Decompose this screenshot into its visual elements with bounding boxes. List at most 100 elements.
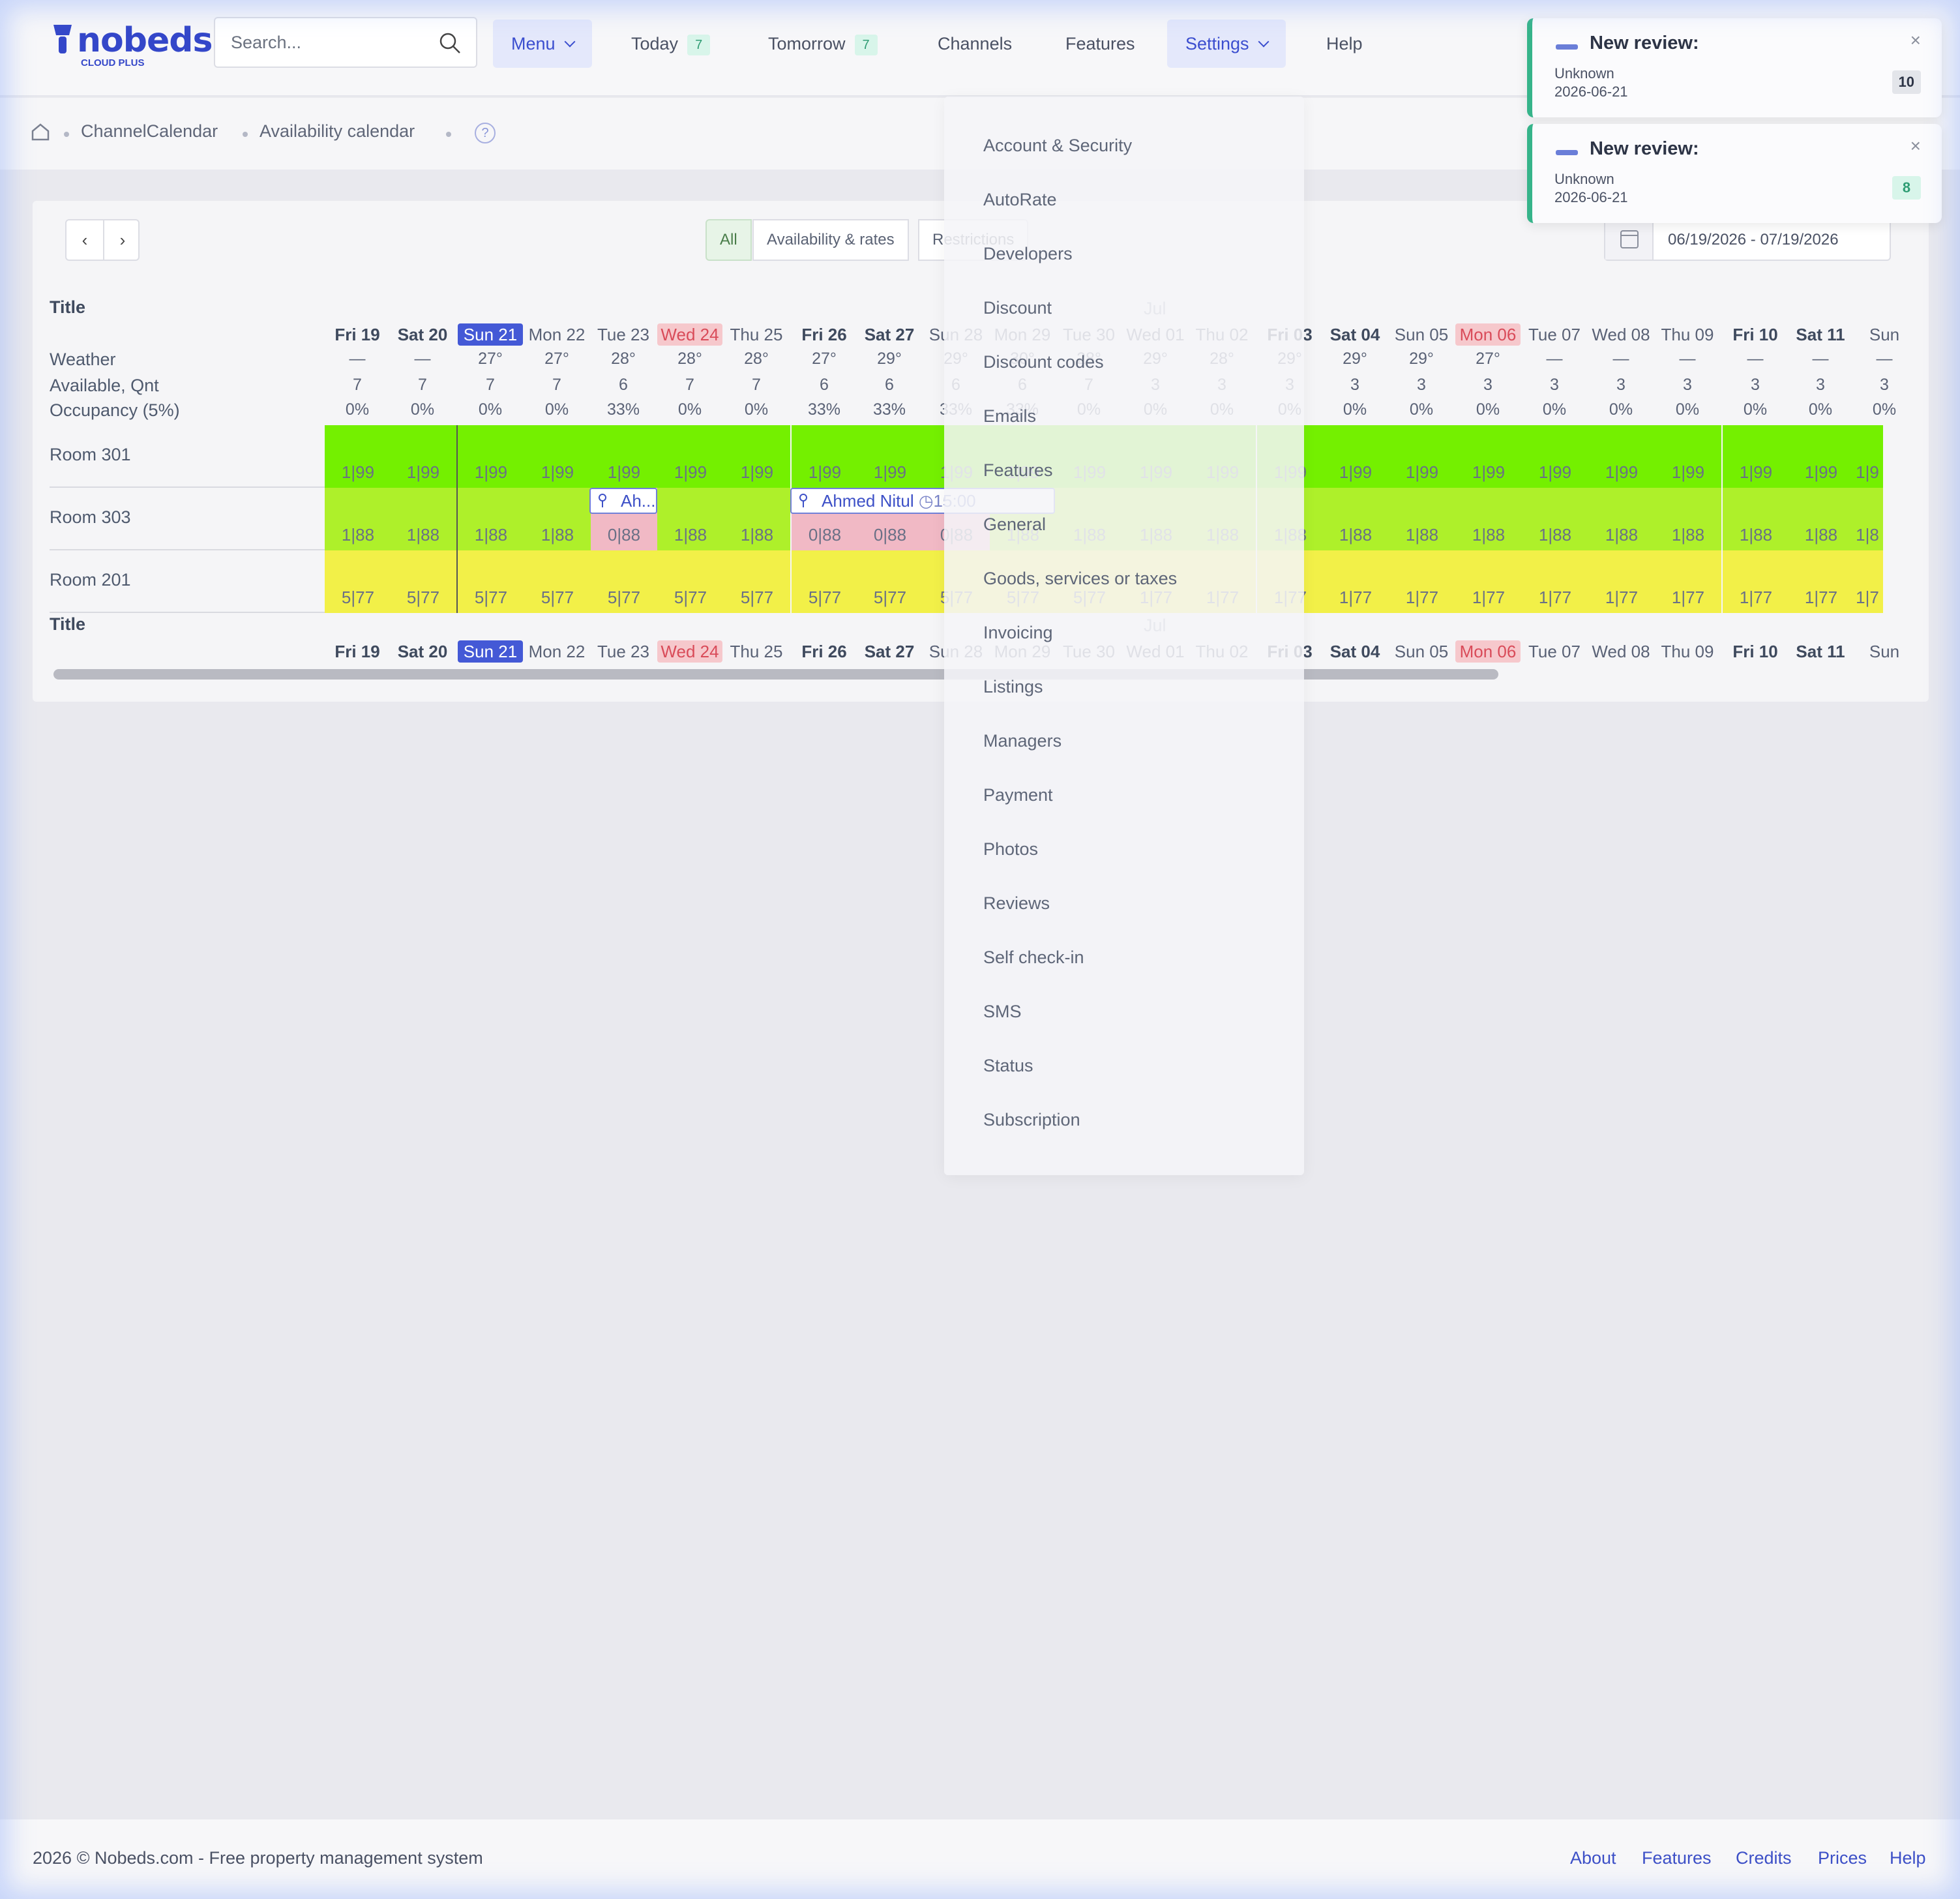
availability-cell[interactable]: 1|99 (524, 425, 591, 488)
settings-menu-item[interactable]: Managers (983, 731, 1062, 751)
nav-settings[interactable]: Settings (1167, 20, 1286, 68)
settings-menu-item[interactable]: Photos (983, 839, 1038, 860)
breadcrumb-channelcalendar[interactable]: ChannelCalendar (81, 121, 218, 142)
filter-availability-rates[interactable]: Availability & rates (752, 219, 909, 261)
availability-cell[interactable]: 1|99 (1723, 425, 1789, 488)
footer-link-about[interactable]: About (1570, 1848, 1616, 1868)
availability-cell[interactable]: 1|99 (1522, 425, 1588, 488)
availability-cell[interactable]: 1|8 (1852, 488, 1883, 550)
day-header[interactable]: Tue 23 (591, 323, 656, 346)
footer-link-features[interactable]: Features (1642, 1848, 1712, 1868)
availability-cell[interactable]: 1|7 (1852, 550, 1883, 613)
settings-menu-item[interactable]: AutoRate (983, 190, 1057, 210)
settings-menu-item[interactable]: SMS (983, 1002, 1022, 1022)
review-toast[interactable]: New review: Unknown 2026-06-21 × 8 (1527, 124, 1942, 223)
search-input[interactable] (231, 18, 426, 67)
availability-cell[interactable]: 1|99 (792, 425, 858, 488)
availability-cell[interactable]: 1|99 (1655, 425, 1721, 488)
review-toast[interactable]: New review: Unknown 2026-06-21 × 10 (1527, 18, 1942, 117)
day-footer[interactable]: Wed 08 (1588, 640, 1654, 663)
day-header[interactable]: Sat 27 (857, 323, 922, 346)
availability-cell[interactable]: 1|88 (524, 488, 591, 550)
availability-cell[interactable]: 1|88 (657, 488, 724, 550)
availability-cell[interactable]: 1|99 (857, 425, 923, 488)
availability-cell[interactable]: 5|77 (792, 550, 858, 613)
help-icon[interactable]: ? (475, 123, 496, 143)
day-footer[interactable]: Sat 04 (1322, 640, 1388, 663)
logo[interactable]: nobeds CLOUD PLUS (50, 20, 213, 72)
day-header[interactable]: Fri 10 (1723, 323, 1788, 346)
nav-channels[interactable]: Channels (919, 20, 1030, 68)
availability-cell[interactable]: 1|88 (1522, 488, 1588, 550)
day-header[interactable]: Wed 24 (657, 323, 722, 346)
availability-cell[interactable]: 5|77 (857, 550, 923, 613)
settings-menu-item[interactable]: Invoicing (983, 623, 1053, 643)
settings-menu-item[interactable]: Payment (983, 785, 1053, 805)
day-footer[interactable]: Mon 06 (1455, 640, 1521, 663)
availability-cell[interactable]: 1|77 (1723, 550, 1789, 613)
availability-cell[interactable]: 1|88 (458, 488, 524, 550)
nav-today[interactable]: Today 7 (613, 20, 728, 68)
availability-cell[interactable]: 1|99 (1455, 425, 1522, 488)
availability-cell[interactable]: 1|99 (1788, 425, 1854, 488)
day-footer[interactable]: Fri 10 (1723, 640, 1788, 663)
availability-cell[interactable]: 1|99 (724, 425, 790, 488)
settings-menu-item[interactable]: Features (983, 460, 1053, 481)
day-header[interactable]: Tue 07 (1522, 323, 1587, 346)
settings-menu-item[interactable]: Goods, services or taxes (983, 569, 1177, 589)
day-header[interactable]: Fri 26 (792, 323, 857, 346)
availability-cell[interactable]: 1|88 (724, 488, 790, 550)
search-icon[interactable] (438, 31, 462, 55)
day-footer[interactable]: Wed 24 (657, 640, 722, 663)
availability-cell[interactable]: 1|99 (591, 425, 657, 488)
availability-cell[interactable]: 1|88 (390, 488, 456, 550)
footer-link-help[interactable]: Help (1890, 1848, 1926, 1868)
day-footer[interactable]: Thu 09 (1655, 640, 1720, 663)
availability-cell[interactable]: 5|77 (657, 550, 724, 613)
footer-link-credits[interactable]: Credits (1736, 1848, 1792, 1868)
availability-cell[interactable]: 1|77 (1588, 550, 1655, 613)
settings-menu-item[interactable]: General (983, 515, 1046, 535)
availability-cell[interactable]: 1|88 (1723, 488, 1789, 550)
date-range-picker[interactable]: 06/19/2026 - 07/19/2026 (1604, 219, 1891, 261)
availability-cell[interactable]: 1|88 (1455, 488, 1522, 550)
day-footer[interactable]: Sat 11 (1788, 640, 1853, 663)
home-icon[interactable] (30, 121, 51, 142)
prev-period-button[interactable]: ‹ (67, 220, 103, 260)
day-header[interactable]: Mon 22 (524, 323, 589, 346)
day-footer[interactable]: Thu 25 (724, 640, 789, 663)
availability-cell[interactable]: 1|77 (1322, 550, 1389, 613)
day-footer[interactable]: Mon 22 (524, 640, 589, 663)
settings-menu-item[interactable]: Emails (983, 406, 1036, 426)
availability-cell[interactable]: 1|77 (1655, 550, 1721, 613)
settings-menu-item[interactable]: Self check-in (983, 948, 1084, 968)
day-footer[interactable]: Sun 05 (1389, 640, 1454, 663)
settings-menu-item[interactable]: Discount (983, 298, 1052, 318)
day-header[interactable]: Sat 04 (1322, 323, 1388, 346)
availability-cell[interactable]: 1|77 (1389, 550, 1455, 613)
day-header[interactable]: Sun (1852, 323, 1917, 346)
day-header[interactable]: Sun 21 (458, 323, 523, 346)
footer-link-prices[interactable]: Prices (1818, 1848, 1867, 1868)
day-header[interactable]: Thu 25 (724, 323, 789, 346)
settings-menu-item[interactable]: Status (983, 1056, 1033, 1076)
availability-cell[interactable]: 5|77 (591, 550, 657, 613)
day-footer[interactable]: Sun (1852, 640, 1917, 663)
room-label[interactable]: Room 201 (50, 570, 131, 590)
nav-features[interactable]: Features (1047, 20, 1153, 68)
nav-menu[interactable]: Menu (493, 20, 592, 68)
nav-help[interactable]: Help (1308, 20, 1381, 68)
availability-cell[interactable]: 5|77 (390, 550, 456, 613)
day-header[interactable]: Sat 20 (390, 323, 455, 346)
availability-cell[interactable]: 1|99 (458, 425, 524, 488)
room-label[interactable]: Room 303 (50, 507, 131, 528)
search-box[interactable] (214, 17, 477, 68)
availability-cell[interactable]: 1|99 (1389, 425, 1455, 488)
availability-cell[interactable]: 5|77 (724, 550, 790, 613)
settings-menu-item[interactable]: Account & Security (983, 136, 1132, 156)
day-header[interactable]: Fri 19 (325, 323, 390, 346)
next-period-button[interactable]: › (104, 220, 141, 260)
availability-cell[interactable]: 1|88 (1588, 488, 1655, 550)
availability-cell[interactable]: 1|88 (1655, 488, 1721, 550)
day-footer[interactable]: Fri 19 (325, 640, 390, 663)
